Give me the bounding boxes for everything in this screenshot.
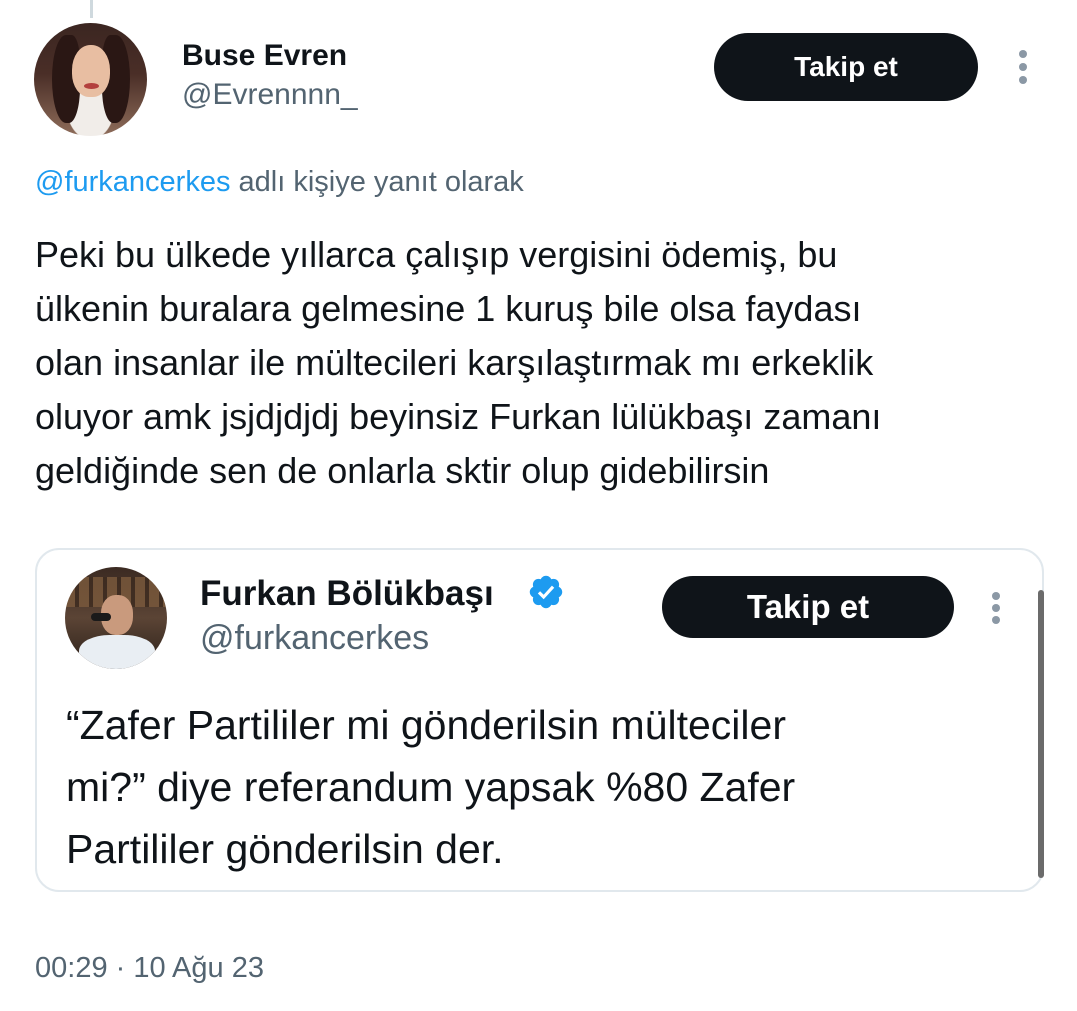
tweet-text-line: olan insanlar ile mültecileri karşılaştı… [35,342,874,383]
author-handle[interactable]: @Evrennnn_ [182,78,358,112]
quoted-text-line: mi?” diye referandum yapsak %80 Zafer [66,764,796,810]
follow-button[interactable]: Takip et [714,33,978,101]
tweet-timestamp[interactable]: 00:29 · 10 Ağu 23 [35,952,264,985]
scrollbar[interactable] [1038,590,1044,878]
tweet-text-line: geldiğinde sen de onlarla sktir olup gid… [35,450,770,491]
tweet-text: Peki bu ülkede yıllarca çalışıp vergisin… [35,228,1045,498]
quoted-text-line: Partililer gönderilsin der. [66,826,504,872]
tweet-text-line: ülkenin buralara gelmesine 1 kuruş bile … [35,288,862,329]
avatar-face [72,45,110,97]
avatar-lips [84,83,99,89]
verified-badge-icon [529,575,563,609]
reply-context-suffix: adlı kişiye yanıt olarak [230,166,524,198]
thread-connector-line [90,0,93,18]
quoted-author-avatar[interactable] [65,567,167,669]
author-avatar[interactable] [34,23,147,136]
author-display-name[interactable]: Buse Evren [182,39,347,73]
reply-context: @furkancerkes adlı kişiye yanıt olarak [35,166,524,199]
quoted-follow-button[interactable]: Takip et [662,576,954,638]
tweet-text-line: Peki bu ülkede yıllarca çalışıp vergisin… [35,234,838,275]
quoted-author-handle[interactable]: @furkancerkes [200,619,429,658]
quoted-more-options-icon[interactable] [987,590,1007,630]
quoted-tweet-text: “Zafer Partililer mi gönderilsin mülteci… [66,694,1026,880]
more-options-icon[interactable] [1014,48,1034,88]
tweet-text-line: oluyor amk jsjdjdjdj beyinsiz Furkan lül… [35,396,882,437]
reply-mention-link[interactable]: @furkancerkes [35,166,230,198]
quoted-text-line: “Zafer Partililer mi gönderilsin mülteci… [66,702,786,748]
avatar-shirt [79,635,155,669]
avatar-microphone [91,613,111,621]
quoted-author-name[interactable]: Furkan Bölükbaşı [200,574,494,614]
